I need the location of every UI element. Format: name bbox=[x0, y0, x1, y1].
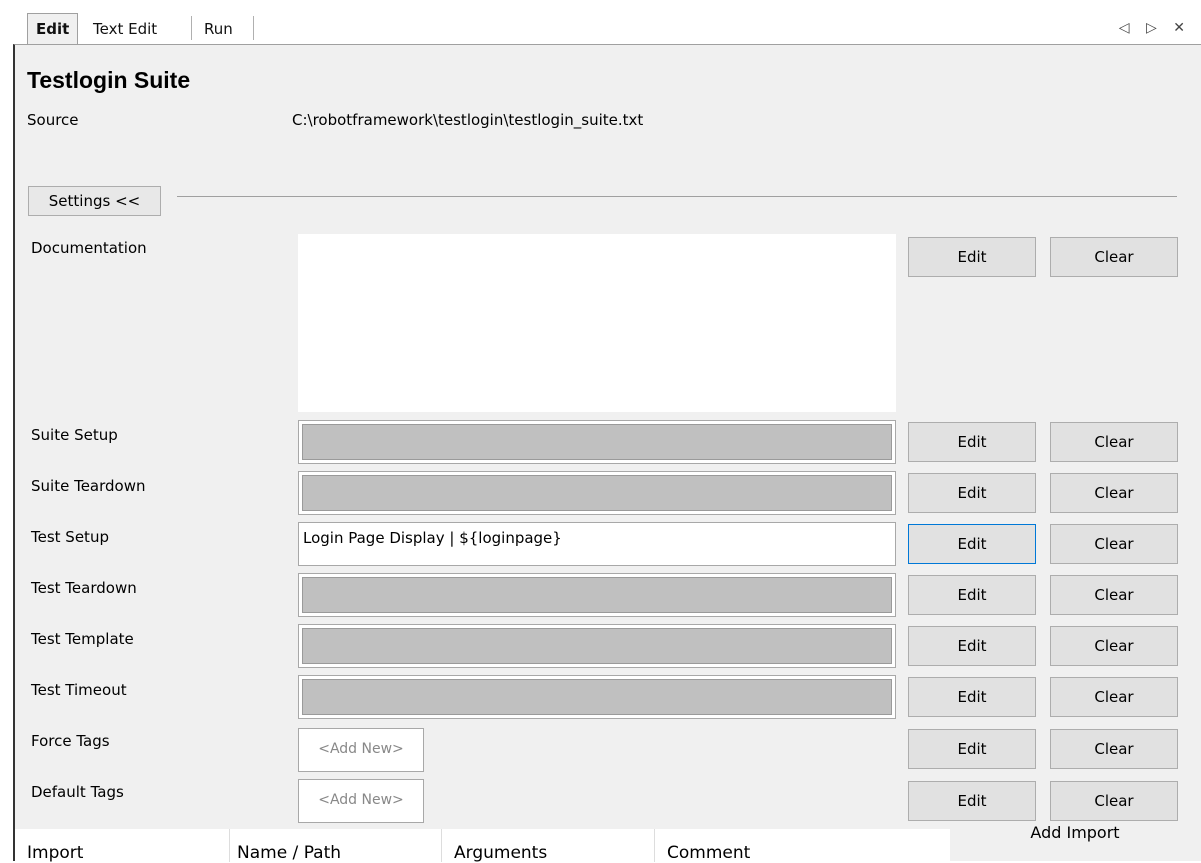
column-separator bbox=[654, 829, 655, 862]
documentation-edit-button[interactable]: Edit bbox=[908, 237, 1036, 277]
tab-text-edit[interactable]: Text Edit bbox=[85, 14, 165, 44]
test-timeout-edit-button[interactable]: Edit bbox=[908, 677, 1036, 717]
suite-teardown-clear-button[interactable]: Clear bbox=[1050, 473, 1178, 513]
tab-separator bbox=[191, 16, 192, 40]
test-template-label: Test Template bbox=[31, 630, 134, 648]
tab-run[interactable]: Run bbox=[196, 14, 241, 44]
documentation-field[interactable] bbox=[298, 234, 896, 412]
field-disabled-fill bbox=[302, 475, 892, 511]
test-timeout-field[interactable] bbox=[298, 675, 896, 719]
column-separator bbox=[229, 829, 230, 862]
field-disabled-fill bbox=[302, 424, 892, 460]
test-template-clear-button[interactable]: Clear bbox=[1050, 626, 1178, 666]
force-tags-clear-button[interactable]: Clear bbox=[1050, 729, 1178, 769]
default-tags-clear-button[interactable]: Clear bbox=[1050, 781, 1178, 821]
test-teardown-label: Test Teardown bbox=[31, 579, 137, 597]
force-tags-label: Force Tags bbox=[31, 732, 110, 750]
tab-edit[interactable]: Edit bbox=[27, 13, 79, 45]
suite-setup-field[interactable] bbox=[298, 420, 896, 464]
suite-teardown-field[interactable] bbox=[298, 471, 896, 515]
test-timeout-clear-button[interactable]: Clear bbox=[1050, 677, 1178, 717]
suite-teardown-label: Suite Teardown bbox=[31, 477, 146, 495]
add-import-button[interactable]: Add Import bbox=[950, 823, 1200, 842]
field-disabled-fill bbox=[302, 679, 892, 715]
field-disabled-fill bbox=[302, 577, 892, 613]
scroll-right-icon[interactable]: ▷ bbox=[1146, 14, 1157, 42]
column-header-import[interactable]: Import bbox=[27, 843, 83, 863]
force-tags-add-new[interactable]: <Add New> bbox=[298, 728, 424, 772]
test-timeout-label: Test Timeout bbox=[31, 681, 127, 699]
page-title: Testlogin Suite bbox=[27, 67, 191, 93]
default-tags-add-new[interactable]: <Add New> bbox=[298, 779, 424, 823]
column-header-arguments[interactable]: Arguments bbox=[454, 843, 547, 863]
scroll-left-icon[interactable]: ◁ bbox=[1119, 14, 1130, 42]
suite-teardown-edit-button[interactable]: Edit bbox=[908, 473, 1036, 513]
test-setup-label: Test Setup bbox=[31, 528, 109, 546]
source-label: Source bbox=[27, 111, 79, 129]
documentation-clear-button[interactable]: Clear bbox=[1050, 237, 1178, 277]
divider bbox=[177, 196, 1177, 197]
force-tags-edit-button[interactable]: Edit bbox=[908, 729, 1036, 769]
test-setup-edit-button[interactable]: Edit bbox=[908, 524, 1036, 564]
suite-setup-label: Suite Setup bbox=[31, 426, 118, 444]
suite-editor-panel: Testlogin Suite Source C:\robotframework… bbox=[13, 44, 1201, 863]
test-teardown-edit-button[interactable]: Edit bbox=[908, 575, 1036, 615]
default-tags-edit-button[interactable]: Edit bbox=[908, 781, 1036, 821]
test-teardown-clear-button[interactable]: Clear bbox=[1050, 575, 1178, 615]
tab-controls: ◁ ▷ ✕ bbox=[1107, 14, 1185, 42]
test-template-field[interactable] bbox=[298, 624, 896, 668]
suite-setup-edit-button[interactable]: Edit bbox=[908, 422, 1036, 462]
column-header-name-path[interactable]: Name / Path bbox=[237, 843, 341, 863]
documentation-label: Documentation bbox=[31, 239, 147, 257]
test-setup-field[interactable]: Login Page Display | ${loginpage} bbox=[298, 522, 896, 566]
tab-separator bbox=[253, 16, 254, 40]
suite-setup-clear-button[interactable]: Clear bbox=[1050, 422, 1178, 462]
settings-toggle-button[interactable]: Settings << bbox=[28, 186, 161, 216]
import-table-header: Import Name / Path Arguments Comment bbox=[15, 829, 950, 863]
test-setup-clear-button[interactable]: Clear bbox=[1050, 524, 1178, 564]
test-teardown-field[interactable] bbox=[298, 573, 896, 617]
default-tags-label: Default Tags bbox=[31, 783, 124, 801]
tab-strip: Edit Text Edit Run ◁ ▷ ✕ bbox=[0, 0, 1201, 46]
field-disabled-fill bbox=[302, 628, 892, 664]
source-path: C:\robotframework\testlogin\testlogin_su… bbox=[292, 111, 644, 129]
column-header-comment[interactable]: Comment bbox=[667, 843, 750, 863]
close-icon[interactable]: ✕ bbox=[1173, 14, 1185, 42]
test-template-edit-button[interactable]: Edit bbox=[908, 626, 1036, 666]
column-separator bbox=[441, 829, 442, 862]
